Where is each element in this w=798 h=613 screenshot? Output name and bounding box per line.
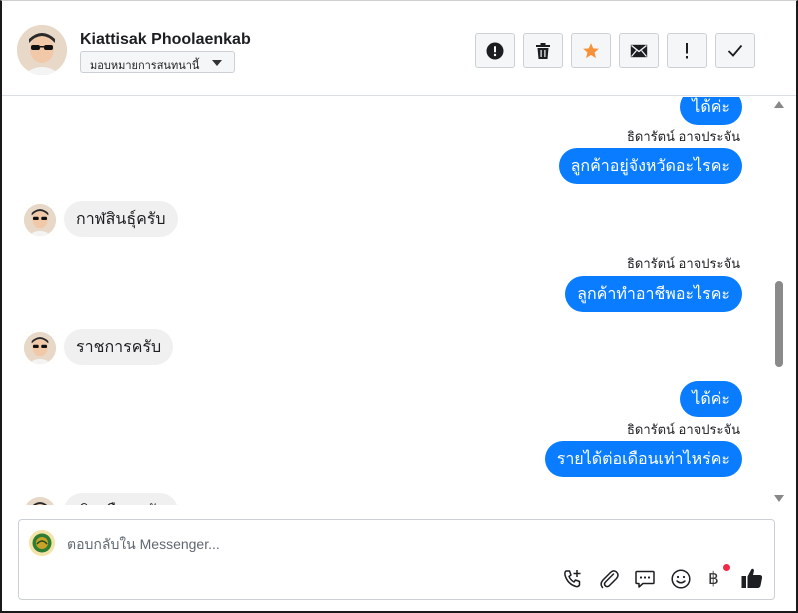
message-bubble-incoming[interactable]: เงินเดือนครับ <box>64 493 179 505</box>
contact-avatar-small[interactable] <box>24 497 56 505</box>
alert-circle-icon <box>486 42 504 59</box>
message-list[interactable]: ได้ค่ะ ธิดารัตน์ อาจประจัน ลูกค้าอยู่จัง… <box>2 97 772 505</box>
star-icon <box>583 42 599 58</box>
star-button[interactable] <box>571 33 611 68</box>
like-button[interactable] <box>740 566 763 588</box>
phone-plus-icon <box>564 570 581 588</box>
checkmark-icon <box>727 44 743 57</box>
message-sender: ธิดารัตน์ อาจประจัน <box>626 422 740 437</box>
message-bubble-outgoing[interactable]: ได้ค่ะ <box>680 97 742 125</box>
emoji-button[interactable] <box>670 568 692 590</box>
scrollbar-thumb[interactable] <box>775 281 783 367</box>
caret-down-icon <box>212 60 222 66</box>
scroll-down-arrow-icon[interactable] <box>774 495 784 502</box>
call-button[interactable] <box>562 568 584 590</box>
messenger-window: Kiattisak Phoolaenkab มอบหมายการสนทนานี้ <box>0 0 798 613</box>
contact-avatar-small[interactable] <box>24 204 56 236</box>
contact-name[interactable]: Kiattisak Phoolaenkab <box>80 31 251 49</box>
mark-spam-button[interactable] <box>475 33 515 68</box>
exclamation-icon <box>686 42 688 58</box>
attach-button[interactable] <box>598 568 620 590</box>
message-bubble-outgoing[interactable]: ลูกค้าทำอาชีพอะไรคะ <box>565 276 742 312</box>
payment-button[interactable]: ฿ <box>708 569 719 589</box>
message-bubble-outgoing[interactable]: ได้ค่ะ <box>680 381 742 417</box>
assign-conversation-dropdown[interactable]: มอบหมายการสนทนานี้ <box>80 51 235 73</box>
mark-unread-button[interactable] <box>619 33 659 68</box>
contact-avatar-small[interactable] <box>24 332 56 364</box>
message-bubble-outgoing[interactable]: ลูกค้าอยู่จังหวัดอะไรคะ <box>558 148 742 184</box>
thumbs-up-icon <box>741 568 763 588</box>
notification-dot <box>723 564 730 571</box>
follow-up-button[interactable] <box>667 33 707 68</box>
paperclip-icon <box>600 570 619 589</box>
delete-button[interactable] <box>523 33 563 68</box>
trash-icon <box>536 42 550 59</box>
message-bubble-outgoing[interactable]: รายได้ต่อเดือนเท่าไหร่คะ <box>544 441 742 477</box>
reply-input[interactable] <box>67 534 547 554</box>
scroll-up-arrow-icon[interactable] <box>774 101 784 108</box>
message-bubble-incoming[interactable]: ราชการครับ <box>64 329 174 365</box>
contact-avatar[interactable] <box>17 25 67 75</box>
envelope-icon <box>630 44 648 57</box>
smiley-icon <box>671 569 691 589</box>
page-avatar <box>29 530 55 556</box>
message-sender: ธิดารัตน์ อาจประจัน <box>626 256 740 271</box>
message-bubble-incoming[interactable]: กาฬสินธุ์ครับ <box>64 201 178 237</box>
saved-replies-button[interactable] <box>634 568 656 590</box>
assign-conversation-label: มอบหมายการสนทนานี้ <box>90 60 200 72</box>
reply-composer: ฿ <box>18 519 775 600</box>
message-sender: ธิดารัตน์ อาจประจัน <box>626 129 740 144</box>
speech-bubble-icon <box>635 570 655 588</box>
conversation-header: Kiattisak Phoolaenkab มอบหมายการสนทนานี้ <box>2 1 796 96</box>
mark-done-button[interactable] <box>715 33 755 68</box>
